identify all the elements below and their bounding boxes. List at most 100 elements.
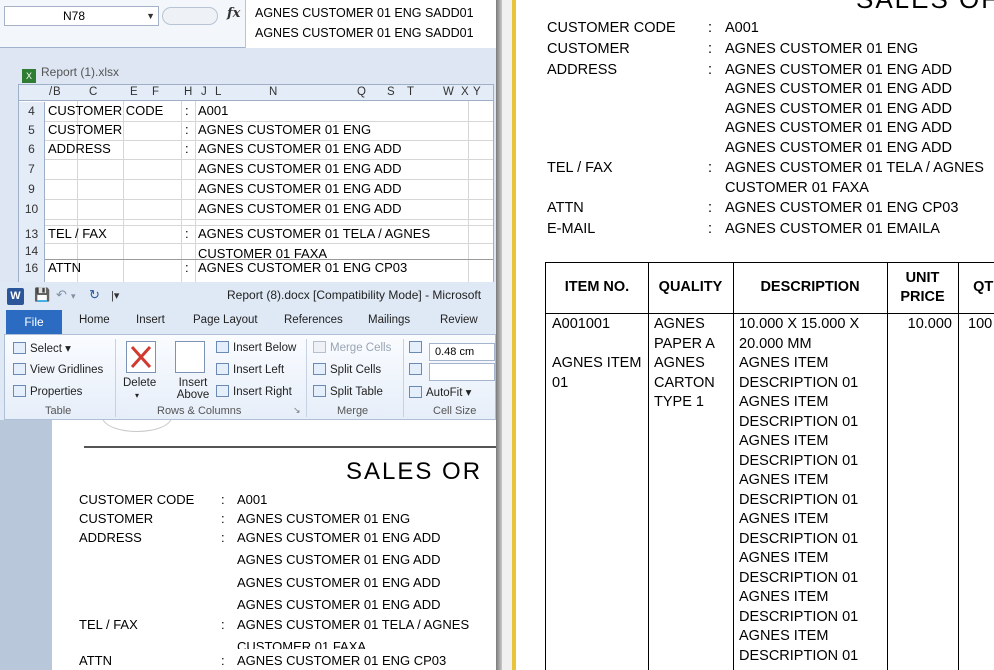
tab-page-layout[interactable]: Page Layout <box>193 314 258 326</box>
column-width-input[interactable] <box>429 363 495 381</box>
row-header[interactable]: 13 <box>19 225 45 243</box>
column-header[interactable]: Q <box>357 86 366 98</box>
cell-label[interactable]: TEL / FAX <box>48 226 107 241</box>
cell-separator[interactable]: : <box>185 103 189 118</box>
cell-value[interactable]: A001 <box>198 103 228 118</box>
insert-right-icon <box>216 385 229 397</box>
column-header[interactable]: T <box>407 86 414 98</box>
word-app-icon[interactable]: W <box>7 288 24 305</box>
column-header[interactable]: X <box>461 86 469 98</box>
select-button[interactable]: Select ▾ <box>13 341 71 355</box>
formula-input[interactable]: AGNES CUSTOMER 01 ENG SADD01 AGNES CUSTO… <box>245 0 496 48</box>
tab-review[interactable]: Review <box>440 314 478 326</box>
cell-value[interactable]: AGNES CUSTOMER 01 ENG ADD <box>198 201 401 216</box>
document-page[interactable]: SALES OR CUSTOMER CODE : A001 CUSTOMER :… <box>52 420 496 670</box>
insert-left-icon <box>216 363 229 375</box>
column-header[interactable]: C <box>89 86 97 98</box>
column-header[interactable]: W <box>443 86 454 98</box>
cell-value[interactable]: AGNES CUSTOMER 01 ENG ADD <box>198 181 401 196</box>
tab-file[interactable]: File <box>6 310 62 334</box>
insert-above-button[interactable]: Insert Above <box>175 377 211 401</box>
quality-line: TYPE 1 <box>654 394 704 410</box>
description-line: AGNES ITEM <box>739 433 829 449</box>
gridlines-icon <box>13 363 26 375</box>
formula-bar-resize-handle[interactable] <box>162 7 218 25</box>
pdf-viewer[interactable]: SALES OF CUSTOMER CODE : A001 CUSTOMER :… <box>502 0 994 670</box>
word-window: W 💾 ↶ ▾ ↻ |▾ Report (8).docx [Compatibil… <box>0 282 496 670</box>
column-header[interactable]: L <box>215 86 221 98</box>
cell-label[interactable]: ATTN <box>48 260 81 275</box>
cell-separator[interactable]: : <box>185 260 189 275</box>
cell-label[interactable]: ADDRESS <box>48 141 111 156</box>
doc-value: AGNES CUSTOMER 01 ENG <box>237 511 411 526</box>
column-header[interactable]: / <box>49 86 52 98</box>
row-header[interactable]: 7 <box>19 159 45 179</box>
insert-right-button[interactable]: Insert Right <box>216 385 292 398</box>
tab-home[interactable]: Home <box>79 314 110 326</box>
tab-insert[interactable]: Insert <box>136 314 165 326</box>
undo-icon[interactable]: ↶ <box>56 287 67 303</box>
pdf-label: TEL / FAX <box>547 160 613 176</box>
doc-value: AGNES CUSTOMER 01 ENG CP03 <box>237 653 447 668</box>
dropdown-arrow-icon[interactable]: ▼ <box>146 7 155 25</box>
cell-value[interactable]: AGNES CUSTOMER 01 ENG ADD <box>198 141 401 156</box>
spreadsheet-grid[interactable]: / B C E F H J L N Q S T W X Y 4 5 6 7 9 … <box>18 84 494 285</box>
quality-line: AGNES <box>654 316 705 332</box>
column-header[interactable]: Y <box>473 86 481 98</box>
cell-value[interactable]: AGNES CUSTOMER 01 ENG CP03 <box>198 260 407 275</box>
pdf-label: E-MAIL <box>547 221 596 237</box>
column-header[interactable]: B <box>53 86 61 98</box>
header-qty: QTY <box>973 279 994 295</box>
tab-mailings[interactable]: Mailings <box>368 314 410 326</box>
window-title: Report (8).docx [Compatibility Mode] - M… <box>227 288 482 302</box>
cell-separator[interactable]: : <box>185 141 189 156</box>
cell-separator[interactable]: : <box>185 122 189 137</box>
split-cells-button[interactable]: Split Cells <box>313 363 381 376</box>
column-header[interactable]: J <box>201 86 207 98</box>
autofit-icon <box>409 386 422 398</box>
dialog-launcher-icon[interactable]: ↘ <box>293 405 301 416</box>
split-table-button[interactable]: Split Table <box>313 385 383 398</box>
cell-value[interactable]: AGNES CUSTOMER 01 ENG ADD <box>198 161 401 176</box>
split-cells-icon <box>313 363 326 375</box>
column-header[interactable]: E <box>130 86 138 98</box>
pdf-value: A001 <box>725 20 759 36</box>
cell-label[interactable]: CUSTOMER <box>48 122 122 137</box>
view-gridlines-button[interactable]: View Gridlines <box>13 363 103 376</box>
delete-dropdown-icon[interactable]: ▾ <box>135 391 139 400</box>
cell-value[interactable]: CUSTOMER 01 FAXA <box>198 246 327 258</box>
doc-value: A001 <box>237 492 268 507</box>
redo-icon[interactable]: ↻ <box>89 287 100 303</box>
row-height-input[interactable]: 0.48 cm <box>429 343 495 361</box>
undo-dropdown-icon[interactable]: ▾ <box>71 291 76 302</box>
insert-below-button[interactable]: Insert Below <box>216 341 296 354</box>
column-header[interactable]: S <box>387 86 395 98</box>
column-header[interactable]: H <box>184 86 192 98</box>
pdf-value: AGNES CUSTOMER 01 EMAILA <box>725 221 940 237</box>
autofit-button[interactable]: AutoFit ▾ <box>409 385 471 399</box>
insert-left-button[interactable]: Insert Left <box>216 363 284 376</box>
row-header[interactable]: 5 <box>19 121 45 140</box>
row-header[interactable]: 10 <box>19 199 45 219</box>
save-icon[interactable]: 💾 <box>34 287 50 303</box>
workbook-title[interactable]: X Report (1).xlsx <box>20 62 496 83</box>
customize-toolbar-icon[interactable]: |▾ <box>111 289 119 302</box>
delete-table-icon <box>126 341 156 373</box>
row-header[interactable]: 14 <box>19 243 45 259</box>
row-header[interactable]: 4 <box>19 102 45 121</box>
row-header[interactable]: 6 <box>19 140 45 159</box>
row-header[interactable]: 9 <box>19 179 45 199</box>
cell-label[interactable]: CUSTOMER CODE <box>48 103 163 118</box>
tab-references[interactable]: References <box>284 314 343 326</box>
properties-button[interactable]: Properties <box>13 385 82 398</box>
column-header[interactable]: N <box>269 86 277 98</box>
name-box[interactable]: N78 ▼ <box>4 6 159 26</box>
cell-value[interactable]: AGNES CUSTOMER 01 TELA / AGNES <box>198 226 430 241</box>
column-header[interactable]: F <box>152 86 159 98</box>
delete-button[interactable]: Delete <box>123 377 156 389</box>
cell-value[interactable]: AGNES CUSTOMER 01 ENG <box>198 122 371 137</box>
cell-separator[interactable]: : <box>185 226 189 241</box>
merge-cells-button[interactable]: Merge Cells <box>313 341 391 354</box>
insert-function-icon[interactable]: fx <box>227 6 240 21</box>
pdf-value: AGNES CUSTOMER 01 ENG ADD <box>725 101 952 117</box>
